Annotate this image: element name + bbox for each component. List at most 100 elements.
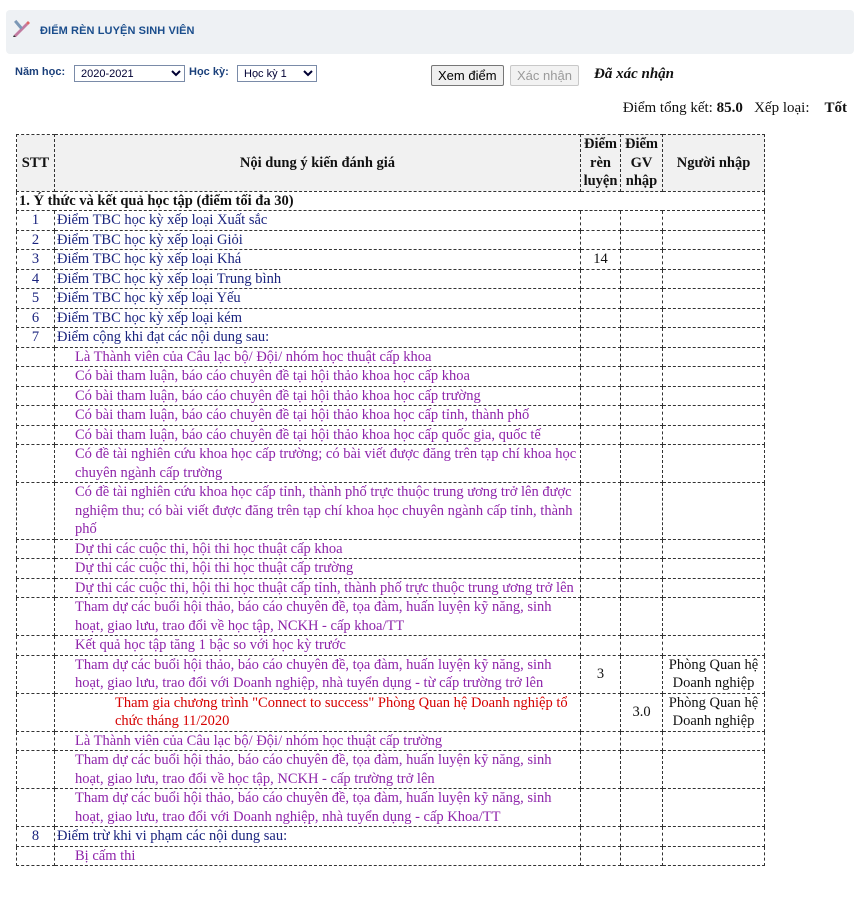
row-content: Điểm TBC học kỳ xếp loại Yếu [54,288,581,309]
row-gv-score [620,307,663,328]
confirm-status: Đã xác nhận [594,66,675,82]
row-entered-by [662,249,765,270]
row-gv-score [620,366,663,387]
header-gv-score: Điểm GV nhập [620,134,663,192]
row-score [580,692,621,732]
row-entered-by [662,845,765,866]
table-row: Có bài tham luận, báo cáo chuyên đề tại … [16,424,765,445]
table-row: Có bài tham luận, báo cáo chuyên đề tại … [16,366,765,387]
term-select[interactable]: Học kỳ 1 [237,65,317,82]
row-entered-by [662,482,765,540]
confirm-button[interactable]: Xác nhận [510,65,579,86]
row-score [580,385,621,406]
row-stt: 5 [16,288,55,309]
row-entered-by [662,424,765,445]
score-summary: Điểm tổng kết: 85.0 Xếp loại: Tốt [623,100,847,117]
row-score [580,538,621,559]
row-score [580,229,621,250]
term-label: Học kỳ: [189,66,229,78]
row-entered-by [662,346,765,367]
row-content: Có đề tài nghiên cứu khoa học cấp trường… [54,444,581,483]
row-score [580,730,621,751]
row-content: Điểm cộng khi đạt các nội dung sau: [54,327,581,348]
table-row: 1 Điểm TBC học kỳ xếp loại Xuất sắc [16,210,765,231]
row-content: Dự thi các cuộc thi, hội thi học thuật c… [54,538,581,559]
row-score [580,288,621,309]
row-content: Có bài tham luận, báo cáo chuyên đề tại … [54,385,581,406]
table-row: Có đề tài nghiên cứu khoa học cấp trường… [16,444,765,483]
row-content: Có bài tham luận, báo cáo chuyên đề tại … [54,424,581,445]
row-stt [16,750,55,789]
row-gv-score [620,327,663,348]
table-row: Kết quả học tập tăng 1 bậc so với học kỳ… [16,635,765,656]
row-entered-by [662,268,765,289]
row-stt [16,597,55,636]
row-gv-score [620,405,663,426]
table-row: 8 Điểm trừ khi vi phạm các nội dung sau: [16,826,765,847]
row-stt: 8 [16,826,55,847]
row-content: Tham dự các buổi hội thảo, báo cáo chuyê… [54,750,581,789]
row-gv-score [620,730,663,751]
row-content: Có bài tham luận, báo cáo chuyên đề tại … [54,366,581,387]
table-row: Bị cấm thi [16,845,765,866]
row-entered-by [662,366,765,387]
row-stt [16,558,55,579]
row-gv-score [620,444,663,483]
row-entered-by [662,750,765,789]
row-content: Tham dự các buổi hội thảo, báo cáo chuyê… [54,597,581,636]
table-row: Có bài tham luận, báo cáo chuyên đề tại … [16,405,765,426]
table-row: Dự thi các cuộc thi, hội thi học thuật c… [16,558,765,579]
table-row: Là Thành viên của Câu lạc bộ/ Đội/ nhóm … [16,346,765,367]
table-row: Tham gia chương trình "Connect to succes… [16,692,765,732]
row-gv-score [620,654,663,694]
section-title: 1. Ý thức và kết quả học tập (điểm tối đ… [16,190,765,211]
row-entered-by: Phòng Quan hệ Doanh nghiệp [662,654,765,694]
row-score [580,366,621,387]
total-value: 85.0 [716,100,743,116]
total-label: Điểm tổng kết: [622,100,713,116]
row-stt [16,424,55,445]
row-gv-score [620,424,663,445]
row-score [580,424,621,445]
row-gv-score [620,229,663,250]
row-stt: 3 [16,249,55,270]
row-entered-by [662,730,765,751]
row-content: Điểm TBC học kỳ xếp loại kém [54,307,581,328]
table-row: Là Thành viên của Câu lạc bộ/ Đội/ nhóm … [16,730,765,751]
row-stt [16,845,55,866]
table-row: Có đề tài nghiên cứu khoa học cấp tỉnh, … [16,482,765,540]
row-score [580,788,621,827]
row-gv-score [620,249,663,270]
row-content: Là Thành viên của Câu lạc bộ/ Đội/ nhóm … [54,730,581,751]
row-stt [16,405,55,426]
row-stt [16,788,55,827]
row-gv-score [620,538,663,559]
row-score [580,268,621,289]
row-stt: 1 [16,210,55,231]
row-entered-by [662,307,765,328]
row-score [580,307,621,328]
row-score [580,210,621,231]
page-header: ĐIỂM RÈN LUYỆN SINH VIÊN [6,10,854,54]
table-row: 5 Điểm TBC học kỳ xếp loại Yếu [16,288,765,309]
table-row: Tham dự các buổi hội thảo, báo cáo chuyê… [16,750,765,789]
row-entered-by: Phòng Quan hệ Doanh nghiệp [662,692,765,732]
row-gv-score [620,346,663,367]
row-entered-by [662,288,765,309]
table-row: 6 Điểm TBC học kỳ xếp loại kém [16,307,765,328]
row-entered-by [662,444,765,483]
row-content: Điểm TBC học kỳ xếp loại Giỏi [54,229,581,250]
view-score-button[interactable]: Xem điểm [431,65,504,86]
row-stt [16,654,55,694]
row-content: Có bài tham luận, báo cáo chuyên đề tại … [54,405,581,426]
row-stt [16,366,55,387]
row-gv-score [620,288,663,309]
year-label: Năm học: [15,66,66,78]
row-stt [16,346,55,367]
row-gv-score [620,385,663,406]
row-score [580,327,621,348]
rank-value: Tốt [824,100,848,116]
row-content: Tham dự các buổi hội thảo, báo cáo chuyê… [54,788,581,827]
row-entered-by [662,405,765,426]
year-select[interactable]: 2020-2021 [74,65,185,82]
